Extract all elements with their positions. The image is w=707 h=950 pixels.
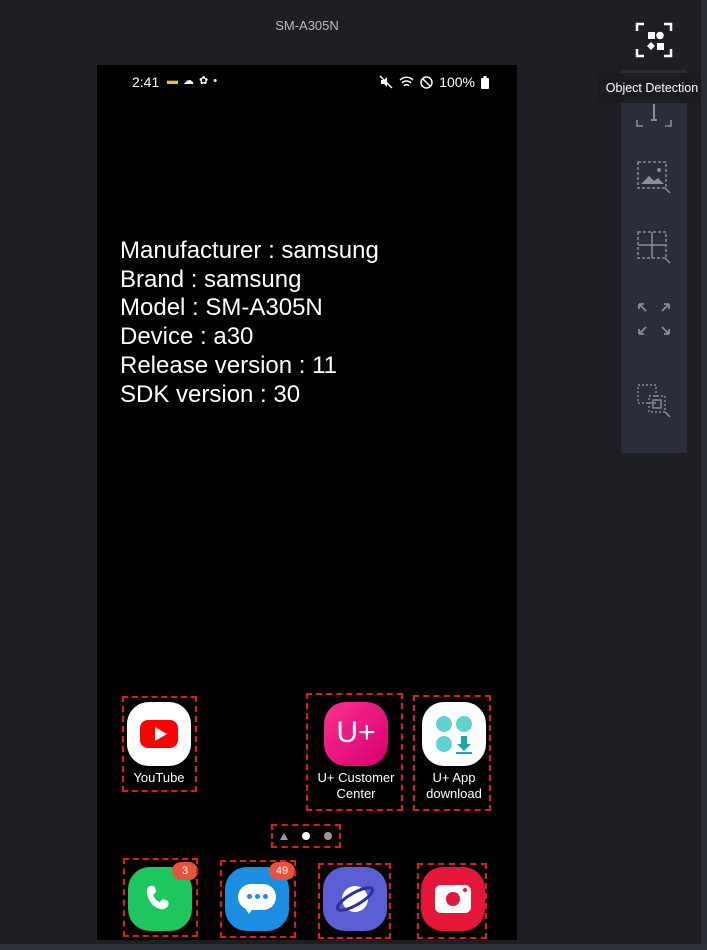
phone-screen[interactable]: 2:41 ▬ ☁ ✿ • 100% Manufacturer : samsung…: [97, 65, 517, 940]
expand-tool[interactable]: [635, 300, 673, 338]
detection-box-camera: [417, 863, 487, 939]
bottom-bar: [0, 944, 707, 950]
info-line: Release version : 11: [120, 351, 338, 379]
info-line: Brand : samsung: [120, 265, 302, 293]
detection-box-youtube: [122, 696, 197, 792]
status-right: 100%: [379, 74, 489, 90]
cloud-icon: ☁: [183, 75, 194, 87]
detection-box-page-indicator: [271, 824, 341, 848]
device-info: Manufacturer : samsung Brand : samsung M…: [120, 237, 379, 409]
detection-box-phone: [123, 858, 198, 937]
status-notification-icons: ▬ ☁ ✿ •: [167, 74, 218, 88]
ticket-icon: ▬: [167, 74, 178, 87]
grid-tool[interactable]: [635, 228, 673, 266]
region-select-tool[interactable]: [635, 382, 673, 420]
info-line: SDK version : 30: [120, 380, 301, 408]
detection-box-uplus-app: [413, 695, 491, 811]
dnd-icon: [420, 75, 433, 89]
device-title: SM-A305N: [275, 18, 339, 33]
info-line: Model : SM-A305N: [120, 294, 323, 322]
image-detection-tool[interactable]: [635, 158, 673, 196]
detection-box-messages: [220, 860, 296, 938]
status-bar: 2:41 ▬ ☁ ✿ • 100%: [97, 65, 517, 97]
huawei-icon: ✿: [199, 75, 209, 87]
info-line: Manufacturer : samsung: [120, 237, 379, 264]
battery-icon: [481, 75, 489, 89]
object-detection-button[interactable]: [634, 20, 674, 60]
battery-percent: 100%: [439, 74, 475, 90]
image-select-icon: [637, 161, 671, 194]
mute-icon: [379, 75, 393, 89]
right-edge-panel: [701, 0, 707, 950]
status-time: 2:41: [132, 74, 160, 90]
region-select-icon: [637, 384, 671, 418]
more-dot-icon: •: [213, 74, 218, 87]
detection-box-internet: [318, 863, 391, 939]
expand-arrows-icon: [638, 303, 670, 335]
detection-box-uplus-customer: [306, 693, 403, 811]
object-detection-icon: [635, 22, 673, 58]
side-toolbar: [621, 70, 687, 453]
grid-icon: [637, 231, 671, 264]
tooltip: Object Detection: [598, 73, 706, 103]
info-line: Device : a30: [120, 323, 254, 351]
wifi-icon: [399, 75, 414, 87]
